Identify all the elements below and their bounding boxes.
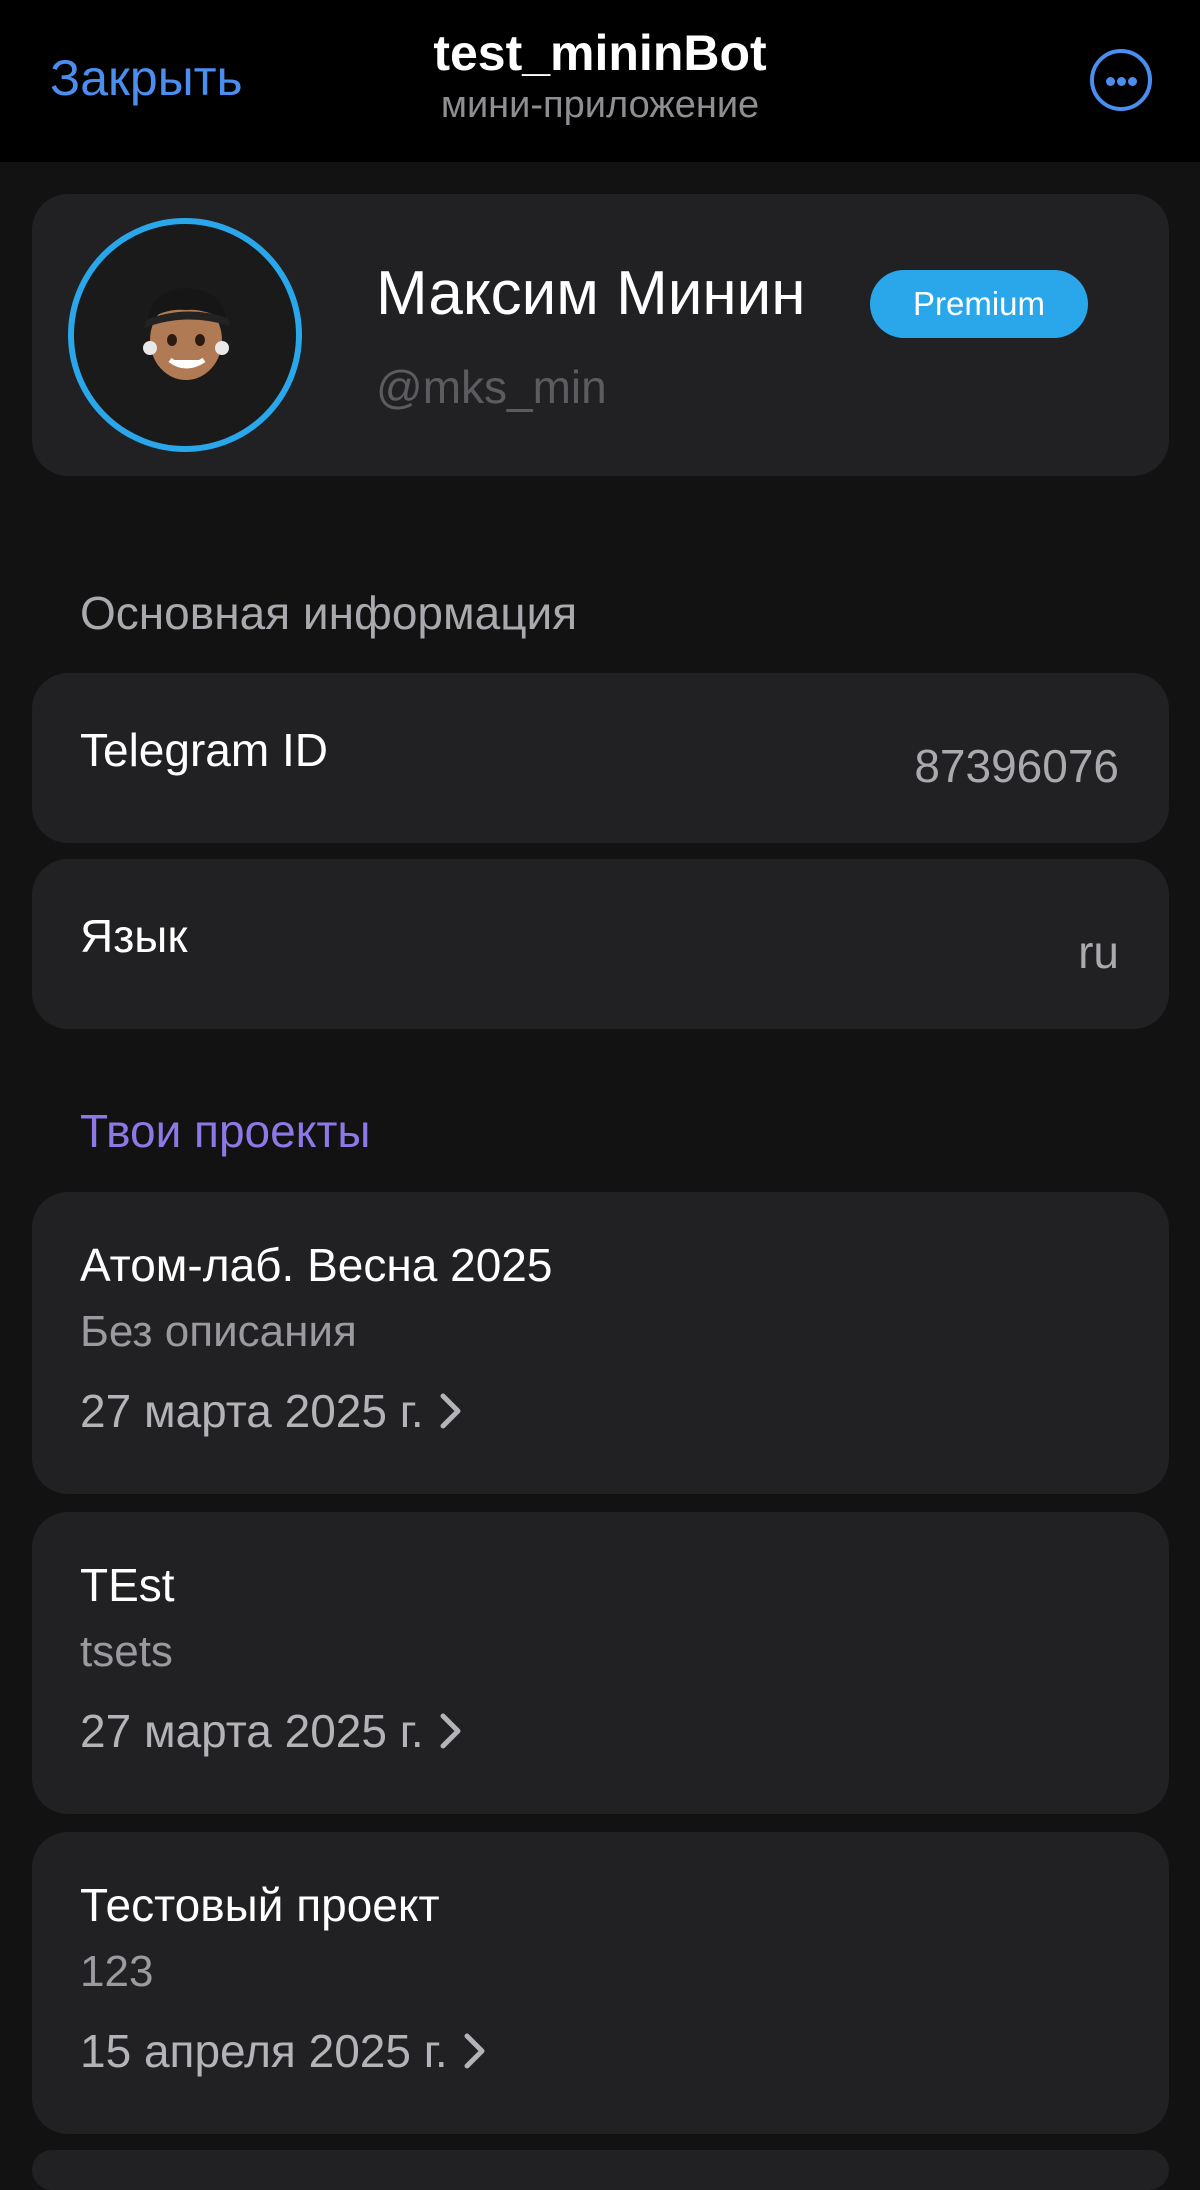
info-row-value: 87396076 xyxy=(914,740,1119,792)
project-date-link[interactable]: 27 марта 2025 г. xyxy=(80,1384,464,1438)
project-card[interactable]: Атом-лаб. Весна 2025 Без описания 27 мар… xyxy=(32,1192,1169,1494)
project-card-partial xyxy=(32,2150,1169,2190)
project-title: TEst xyxy=(80,1559,175,1611)
app-title: test_mininBot xyxy=(433,25,767,81)
info-row-telegram-id: Telegram ID 87396076 xyxy=(32,673,1169,843)
info-row-label: Telegram ID xyxy=(80,724,328,776)
project-card[interactable]: TEst tsets 27 марта 2025 г. xyxy=(32,1512,1169,1814)
profile-username: @mks_min xyxy=(376,361,607,413)
ellipsis-circle-icon xyxy=(1106,77,1115,86)
project-description: 123 xyxy=(80,1947,154,1996)
ellipsis-dot xyxy=(1128,77,1137,86)
info-row-value: ru xyxy=(1078,926,1119,978)
title-block: test_mininBot мини-приложение xyxy=(0,22,1200,126)
project-description: Без описания xyxy=(80,1307,357,1356)
profile-name: Максим Минин xyxy=(376,259,806,328)
section-title-projects: Твои проекты xyxy=(80,1105,371,1157)
project-date-link[interactable]: 15 апреля 2025 г. xyxy=(80,2024,488,2078)
premium-badge: Premium xyxy=(870,270,1088,338)
info-row-label: Язык xyxy=(80,910,188,962)
project-date: 27 марта 2025 г. xyxy=(80,1385,424,1437)
top-bar: Закрыть test_mininBot мини-приложение xyxy=(0,0,1200,162)
chevron-right-icon xyxy=(440,1393,461,1429)
project-title: Атом-лаб. Весна 2025 xyxy=(80,1239,553,1291)
memoji-avatar-icon xyxy=(143,288,230,380)
project-date: 27 марта 2025 г. xyxy=(80,1705,424,1757)
more-options-button[interactable] xyxy=(1090,49,1152,111)
app-subtitle: мини-приложение xyxy=(440,84,760,126)
chevron-right-icon xyxy=(464,2033,485,2069)
ellipsis-dot xyxy=(1117,77,1126,86)
avatar xyxy=(68,218,302,452)
chevron-right-icon xyxy=(440,1713,461,1749)
project-date-link[interactable]: 27 марта 2025 г. xyxy=(80,1704,464,1758)
section-title-basic-info: Основная информация xyxy=(80,587,578,639)
project-description: tsets xyxy=(80,1627,173,1676)
project-title: Тестовый проект xyxy=(80,1879,440,1931)
project-date: 15 апреля 2025 г. xyxy=(80,2025,448,2077)
info-row-language: Язык ru xyxy=(32,859,1169,1029)
project-card[interactable]: Тестовый проект 123 15 апреля 2025 г. xyxy=(32,1832,1169,2134)
